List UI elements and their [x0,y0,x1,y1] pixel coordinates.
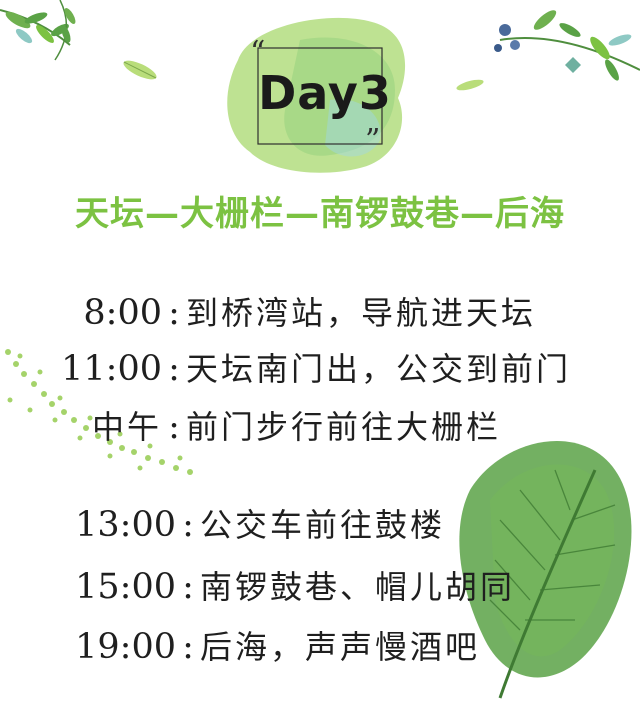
poster: “ ” Day3 天坛—大栅栏—南锣鼓巷—后海 8:00: 到桥湾站，导航进天… [0,0,640,718]
schedule-item: 8:00: 到桥湾站，导航进天坛 [44,288,536,334]
schedule-item: 11:00: 天坛南门出，公交到前门 [38,344,571,390]
schedule-activity: 公交车前往鼓楼 [200,506,446,544]
schedule-time: 8:00 [83,293,162,333]
open-quote-icon: “ [250,35,265,70]
schedule-colon: : [182,567,194,607]
schedule-activity: 天坛南门出，公交到前门 [186,350,572,388]
schedule-time: 13:00 [75,505,176,545]
schedule-time: 11:00 [61,349,162,389]
schedule-colon: : [168,349,180,389]
schedule-item: 15:00: 南锣鼓巷、帽儿胡同 [40,562,515,608]
fern-top-left-icon [0,0,76,61]
schedule-item: 中午: 前门步行前往大栅栏 [44,402,501,448]
schedule-time: 19:00 [75,627,176,667]
close-quote-icon: ” [365,123,380,158]
schedule-time: 15:00 [75,567,176,607]
schedule-item: 19:00: 后海，声声慢酒吧 [40,622,480,668]
fern-top-right-icon [456,10,640,91]
day-badge: Day3 [258,66,392,120]
schedule-colon: : [168,407,180,447]
schedule-activity: 南锣鼓巷、帽儿胡同 [200,568,516,606]
falling-leaf-icon [123,60,157,80]
schedule-colon: : [182,627,194,667]
schedule-colon: : [168,293,180,333]
schedule-activity: 后海，声声慢酒吧 [200,628,481,666]
schedule-activity: 到桥湾站，导航进天坛 [186,294,537,332]
route-title: 天坛—大栅栏—南锣鼓巷—后海 [75,194,565,234]
schedule-activity: 前门步行前往大栅栏 [186,408,502,446]
schedule-item: 13:00: 公交车前往鼓楼 [40,500,445,546]
schedule-colon: : [182,505,194,545]
schedule-time: 中午 [91,408,162,446]
